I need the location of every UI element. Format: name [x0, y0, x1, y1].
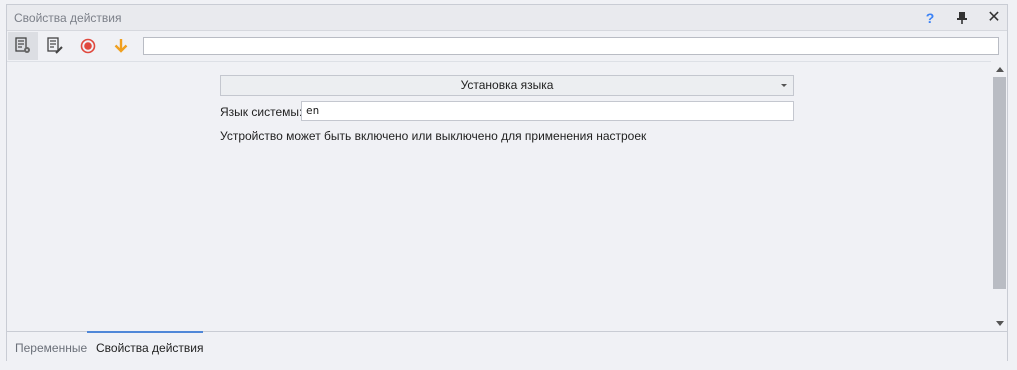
edit-view-button[interactable]	[40, 32, 70, 60]
properties-view-button[interactable]	[8, 32, 38, 60]
active-tab-indicator	[87, 331, 203, 333]
system-language-field[interactable]: en	[301, 101, 794, 121]
window-title: Свойства действия	[14, 11, 122, 25]
path-input[interactable]	[143, 37, 999, 55]
edit-document-icon	[47, 37, 63, 54]
pin-icon	[957, 12, 967, 24]
title-bar: Свойства действия ? ✕	[7, 5, 1007, 31]
tab-action-properties[interactable]: Свойства действия	[96, 341, 203, 355]
vertical-scrollbar[interactable]	[991, 61, 1008, 331]
action-properties-panel: Свойства действия ? ✕ Установка языка Яз…	[6, 4, 1008, 361]
arrow-down-icon	[114, 39, 128, 53]
section-title: Установка языка	[460, 78, 554, 92]
record-circle-icon	[80, 38, 96, 54]
system-language-label: Язык системы:	[220, 105, 303, 119]
pin-button[interactable]	[952, 8, 972, 28]
question-icon: ?	[925, 10, 935, 26]
help-button[interactable]: ?	[920, 8, 940, 28]
scroll-thumb[interactable]	[993, 77, 1006, 289]
properties-document-gear-icon	[15, 37, 30, 53]
toolbar	[7, 31, 1007, 61]
close-icon: ✕	[987, 9, 1001, 26]
arrow-down-icon	[996, 321, 1004, 326]
device-hint-text: Устройство может быть включено или выклю…	[220, 129, 647, 143]
scroll-up-button[interactable]	[991, 63, 1008, 77]
arrow-up-icon	[996, 67, 1004, 72]
properties-content: Установка языка Язык системы: en Устройс…	[7, 61, 991, 331]
bottom-tabs: Переменные Свойства действия	[7, 331, 1007, 361]
scroll-down-button[interactable]	[991, 317, 1008, 331]
record-button[interactable]	[73, 32, 103, 60]
caret-down-icon	[781, 84, 787, 87]
download-button[interactable]	[106, 32, 136, 60]
language-section-dropdown[interactable]: Установка языка	[220, 75, 794, 96]
tab-variables[interactable]: Переменные	[15, 341, 87, 355]
close-button[interactable]: ✕	[984, 8, 1004, 28]
